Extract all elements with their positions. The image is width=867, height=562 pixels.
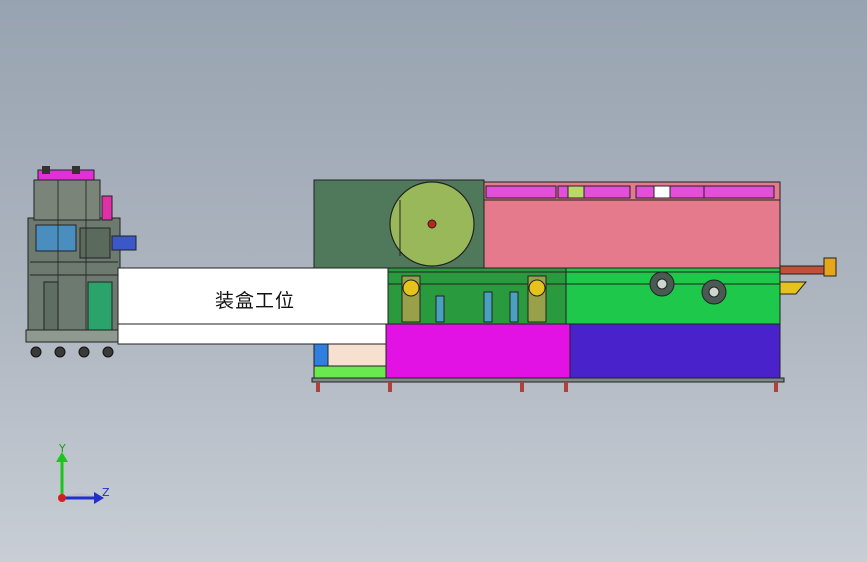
upper-frame <box>313 179 781 273</box>
axis-triad <box>56 452 104 504</box>
indigo-cabinet <box>569 323 781 381</box>
conveyor-section <box>385 257 837 325</box>
station-label: 装盒工位 <box>214 290 295 312</box>
machine-drawing <box>25 166 837 504</box>
magenta-cabinet <box>385 323 571 381</box>
y-axis-label: Y <box>59 442 66 455</box>
z-axis-label: Z <box>102 486 110 499</box>
outfeed-rail <box>779 265 825 275</box>
